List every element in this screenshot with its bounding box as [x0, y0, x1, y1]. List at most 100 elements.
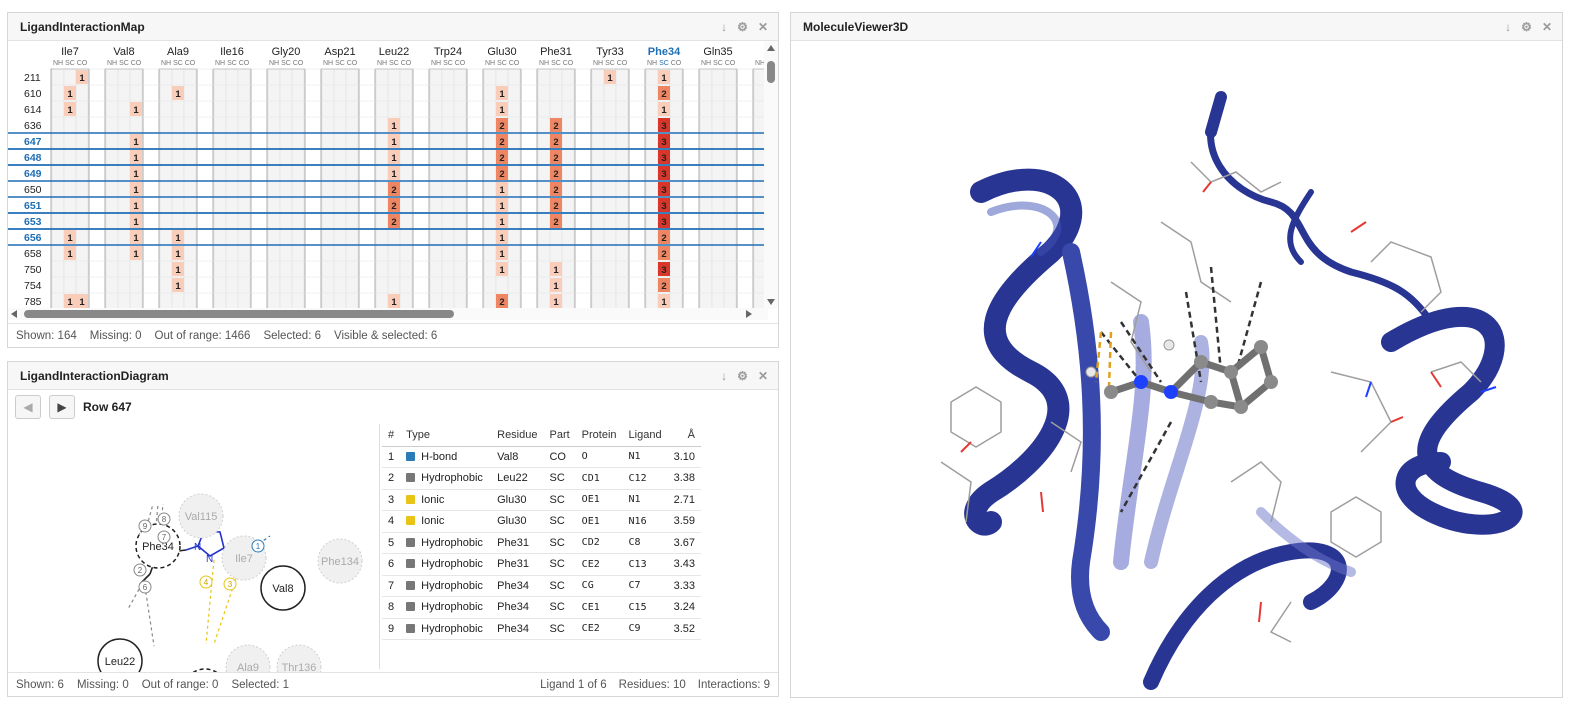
diagram-divider	[379, 424, 380, 669]
table-row[interactable]: 6 Hydrophobic Phe31 SC CE2 C13 3.43	[382, 553, 701, 576]
next-row-button[interactable]: ▶	[49, 395, 75, 419]
col-residue[interactable]: Residue	[491, 424, 544, 447]
vertical-scrollbar[interactable]	[764, 41, 778, 309]
grid-column	[225, 68, 239, 309]
grid-column	[723, 68, 737, 309]
type-color-swatch	[406, 602, 416, 612]
row-label[interactable]: 651	[24, 200, 42, 212]
interaction-count: 1	[79, 297, 85, 308]
row-label[interactable]: 636	[24, 120, 42, 132]
svg-text:9: 9	[143, 522, 148, 531]
status-selected: Selected: 1	[231, 678, 289, 691]
row-label[interactable]: 653	[24, 216, 42, 228]
download-icon[interactable]: ↓	[721, 369, 727, 383]
gear-icon[interactable]: ⚙	[737, 369, 748, 383]
table-row[interactable]: 7 Hydrophobic Phe34 SC CG C7 3.33	[382, 575, 701, 597]
gear-icon[interactable]: ⚙	[737, 20, 748, 34]
interaction-count: 1	[133, 153, 139, 164]
col-part[interactable]: Part	[543, 424, 576, 447]
panel-header: MoleculeViewer3D ↓ ⚙ ✕	[791, 13, 1562, 41]
cell-ligand: C8	[622, 532, 668, 554]
residue-header[interactable]: Phe31	[540, 46, 572, 58]
residue-header[interactable]: Gln35	[703, 46, 732, 58]
scroll-thumb[interactable]	[767, 61, 775, 83]
3d-viewport[interactable]	[791, 42, 1562, 697]
download-icon[interactable]: ↓	[721, 20, 727, 34]
close-icon[interactable]: ✕	[758, 369, 768, 383]
col-protein[interactable]: Protein	[575, 424, 623, 447]
table-row[interactable]: 3 Ionic Glu30 SC OE1 N1 2.71	[382, 489, 701, 511]
table-row[interactable]: 1 H-bond Val8 CO O N1 3.10	[382, 446, 701, 468]
row-label[interactable]: 211	[24, 72, 41, 84]
residue-header[interactable]: Ile7	[61, 46, 79, 58]
subcolumn-label: CO	[725, 60, 736, 67]
subcolumn-label: NH	[107, 60, 117, 67]
cell-type: Ionic	[400, 489, 492, 511]
col-distance[interactable]: Å	[667, 424, 701, 447]
svg-text:4: 4	[204, 578, 209, 587]
table-row[interactable]: 5 Hydrophobic Phe31 SC CD2 C8 3.67	[382, 532, 701, 554]
col-type[interactable]: Type	[400, 424, 492, 447]
residue-header[interactable]: Asp21	[324, 46, 355, 58]
subcolumn-label: SC	[659, 60, 669, 67]
residue-header[interactable]: Tyr33	[596, 46, 624, 58]
table-row[interactable]: 2 Hydrophobic Leu22 SC CD1 C12 3.38	[382, 467, 701, 490]
subcolumn-label: CO	[131, 60, 142, 67]
row-label[interactable]: 650	[24, 184, 42, 196]
subcolumn-label: SC	[443, 60, 453, 67]
row-label[interactable]: 610	[24, 88, 42, 100]
cell-residue: Phe34	[491, 575, 544, 597]
row-label[interactable]: 754	[24, 280, 42, 292]
interaction-count: 2	[661, 89, 666, 100]
row-label[interactable]: 658	[24, 248, 42, 260]
row-label[interactable]: 648	[24, 152, 42, 164]
row-label: Row 647	[83, 400, 132, 414]
row-label[interactable]: 614	[24, 104, 42, 116]
horizontal-scrollbar[interactable]	[8, 308, 768, 320]
residue-header[interactable]: Glu30	[487, 46, 516, 58]
residue-header[interactable]: Gly20	[272, 46, 301, 58]
cell-index: 8	[382, 596, 401, 619]
download-icon[interactable]: ↓	[1505, 20, 1511, 34]
gear-icon[interactable]: ⚙	[1521, 20, 1532, 34]
molecule-viewer-panel: MoleculeViewer3D ↓ ⚙ ✕	[790, 12, 1563, 698]
col-index[interactable]: #	[382, 424, 401, 447]
cell-part: CO	[543, 446, 576, 468]
table-row[interactable]: 9 Hydrophobic Phe34 SC CE2 C9 3.52	[382, 618, 701, 640]
status-out-of-range: Out of range: 0	[141, 678, 219, 691]
close-icon[interactable]: ✕	[758, 20, 768, 34]
col-ligand[interactable]: Ligand	[622, 424, 668, 447]
interaction-count: 2	[661, 233, 666, 244]
row-label[interactable]: 647	[24, 136, 42, 148]
cell-index: 9	[382, 618, 401, 640]
prev-row-button[interactable]: ◀	[15, 395, 41, 419]
cell-index: 6	[382, 553, 401, 576]
subcolumn-label: NH	[161, 60, 171, 67]
row-label[interactable]: 750	[24, 264, 42, 276]
residue-header[interactable]: Trp24	[434, 46, 462, 58]
scroll-down-icon[interactable]	[767, 299, 775, 305]
type-color-swatch	[406, 473, 416, 483]
cell-index: 4	[382, 510, 401, 533]
subcolumn-label: NH	[269, 60, 279, 67]
residue-header[interactable]: Ile16	[220, 46, 244, 58]
cell-ligand: N16	[622, 510, 668, 533]
interaction-grid[interactable]: Ile7 NH SC CO Val8 NH SC CO Ala9 NH SC CO Ile16 NH SC C…	[8, 41, 778, 311]
residue-header[interactable]: Ala9	[167, 46, 189, 58]
row-label[interactable]: 656	[24, 232, 42, 244]
subcolumn-label: CO	[77, 60, 88, 67]
row-label[interactable]: 649	[24, 168, 42, 180]
scroll-up-icon[interactable]	[767, 45, 775, 51]
table-row[interactable]: 8 Hydrophobic Phe34 SC CE1 C15 3.24	[382, 596, 701, 619]
table-row[interactable]: 4 Ionic Glu30 SC OE1 N16 3.59	[382, 510, 701, 533]
residue-header[interactable]: Phe34	[648, 46, 681, 58]
interaction-diagram[interactable]: N N N N Val115Phe34Ile7Phe134Val8Leu22Al…	[8, 424, 378, 672]
residue-header[interactable]: Leu22	[379, 46, 410, 58]
scroll-right-icon[interactable]	[746, 310, 752, 318]
scroll-left-icon[interactable]	[11, 310, 17, 318]
residue-header[interactable]: Val8	[113, 46, 134, 58]
atom-n3: N	[206, 554, 213, 565]
scroll-thumb[interactable]	[24, 310, 454, 318]
close-icon[interactable]: ✕	[1542, 20, 1552, 34]
row-label[interactable]: 785	[24, 296, 42, 308]
